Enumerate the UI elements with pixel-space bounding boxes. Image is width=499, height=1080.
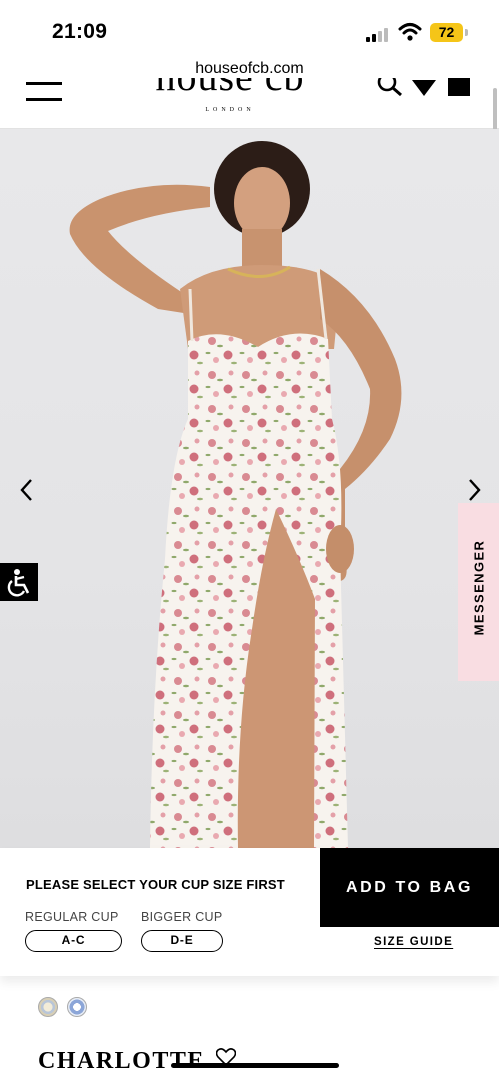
home-indicator: [171, 1063, 339, 1068]
messenger-label: MESSENGER: [471, 539, 487, 636]
regular-cup-label: REGULAR CUP: [25, 910, 119, 924]
accessibility-button[interactable]: [0, 563, 38, 601]
search-icon[interactable]: [376, 78, 404, 98]
cup-size-prompt: PLEASE SELECT YOUR CUP SIZE FIRST: [26, 877, 285, 892]
battery-indicator: 72: [430, 23, 463, 42]
wifi-icon: [398, 23, 422, 41]
accessibility-icon: [7, 569, 30, 597]
cup-option-a-c[interactable]: A-C: [25, 930, 122, 952]
battery-tip: [465, 29, 468, 36]
color-swatch[interactable]: [38, 997, 58, 1017]
purchase-panel: PLEASE SELECT YOUR CUP SIZE FIRST REGULA…: [0, 848, 499, 976]
messenger-button[interactable]: MESSENGER: [458, 503, 499, 681]
model-photo: [69, 141, 402, 848]
bigger-cup-label: BIGGER CUP: [141, 910, 223, 924]
add-to-bag-button[interactable]: ADD TO BAG: [320, 848, 499, 927]
hamburger-icon[interactable]: [26, 82, 62, 102]
heart-icon[interactable]: [410, 78, 438, 98]
cup-option-d-e[interactable]: D-E: [141, 930, 223, 952]
chevron-left-icon[interactable]: [12, 470, 42, 510]
browser-url[interactable]: houseofcb.com: [0, 60, 499, 78]
site-header: house cb LONDON: [0, 78, 499, 129]
status-bar: 21:09 72: [0, 0, 499, 60]
site-logo[interactable]: house cb: [145, 78, 315, 98]
size-guide-link[interactable]: SIZE GUIDE: [374, 936, 453, 948]
bag-icon[interactable]: [448, 78, 470, 96]
color-swatch[interactable]: [67, 997, 87, 1017]
product-title: CHARLOTTE: [38, 1048, 205, 1074]
signal-icon: [366, 26, 392, 42]
status-time: 21:09: [52, 20, 108, 43]
site-logo-sub: LONDON: [205, 107, 255, 113]
product-image[interactable]: MESSENGER: [0, 129, 499, 848]
